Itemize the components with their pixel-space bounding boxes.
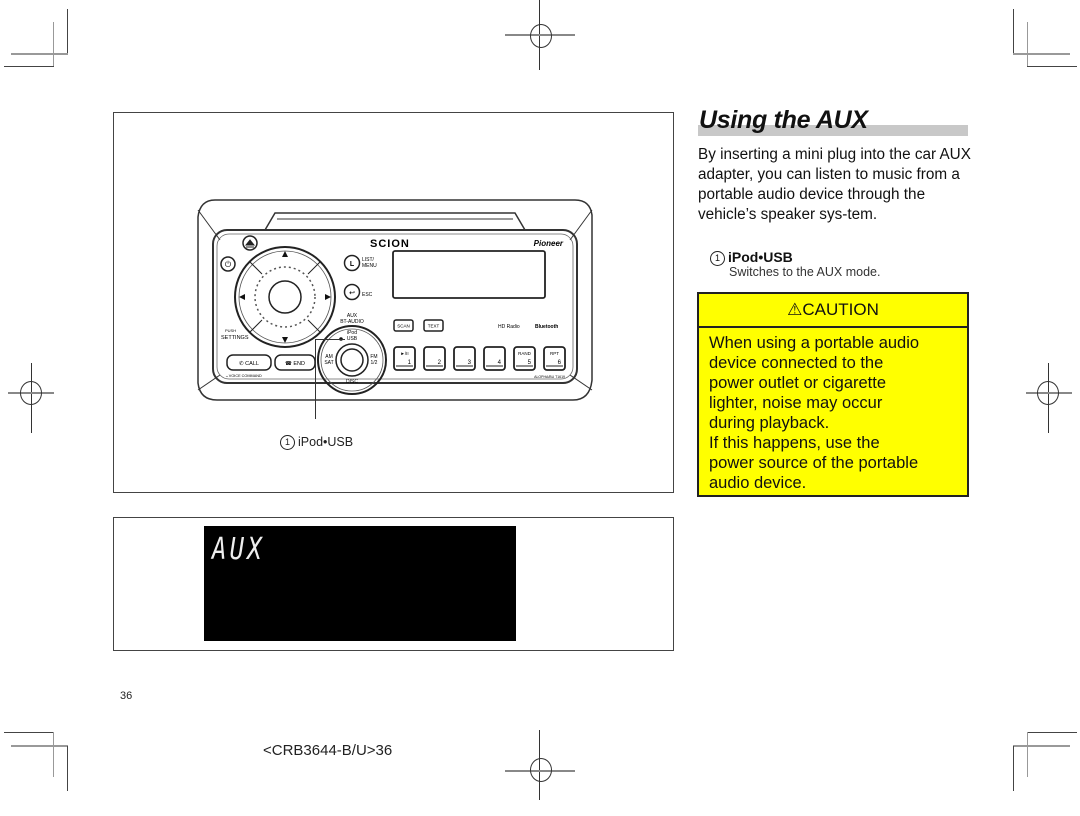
crop-mark: [1027, 22, 1028, 67]
item-description: Switches to the AUX mode.: [729, 265, 881, 279]
svg-text:SCAN: SCAN: [397, 324, 410, 329]
svg-text:L: L: [350, 261, 355, 268]
crop-mark: [1027, 732, 1028, 777]
crop-mark: [53, 732, 54, 777]
sat-label: SAT: [324, 360, 333, 366]
disc-label: DISC: [346, 379, 358, 385]
caution-title: CAUTION: [802, 300, 879, 319]
registration-mark-top: [505, 0, 575, 70]
caution-header: ⚠CAUTION: [699, 294, 967, 328]
preset-button-4: [483, 346, 506, 371]
caution-line: power source of the portable: [709, 454, 919, 472]
crop-mark: [4, 66, 54, 67]
crop-mark: [11, 53, 68, 55]
crop-mark: [1013, 9, 1014, 54]
crop-mark: [1013, 53, 1070, 55]
caution-box: ⚠CAUTION When using a portable audio dev…: [697, 292, 969, 497]
crop-mark: [1027, 66, 1077, 67]
preset-number-label: 5: [528, 360, 532, 366]
bt-audio-label: BT-AUDIO: [340, 319, 364, 325]
faceplate: [212, 229, 578, 384]
esc-label: ESC: [362, 292, 373, 298]
caution-line: lighter, noise may occur: [709, 394, 883, 412]
preset-function-label: RAND: [518, 351, 532, 356]
document-code: <CRB3644-B/U>36: [263, 742, 393, 759]
caution-line: When using a portable audio: [709, 334, 920, 352]
down-arrow-icon: [282, 337, 288, 343]
settings-label: SETTINGS: [221, 335, 249, 341]
registration-mark-right: [1010, 363, 1080, 433]
crop-mark: [4, 732, 54, 733]
preset-function-label: ►/II: [400, 351, 408, 356]
model-label: ALOPHA/BU T1619: [534, 375, 565, 379]
crop-mark: [11, 745, 68, 747]
caution-line: during playback.: [709, 414, 830, 432]
intro-paragraph: By inserting a mini plug into the car AU…: [698, 146, 971, 223]
menu-label: MENU: [362, 263, 377, 269]
caution-line: audio device.: [709, 474, 807, 492]
disc-slot: [264, 212, 526, 231]
lcd-text: AUX: [212, 532, 265, 567]
preset-number-label: 4: [498, 360, 502, 366]
push-label: PUSH: [225, 328, 236, 333]
crop-mark: [1013, 745, 1070, 747]
preset-number-label: 2: [438, 360, 442, 366]
pioneer-logo: Pioneer: [534, 239, 564, 248]
usb-label: USB: [347, 336, 358, 342]
page-title: Using the AUX: [699, 106, 868, 134]
right-arrow-icon: [325, 294, 331, 300]
left-arrow-icon: [239, 294, 245, 300]
crop-mark: [1027, 732, 1077, 733]
up-arrow-icon: [282, 251, 288, 257]
crop-mark: [67, 9, 68, 54]
control-knob: [268, 280, 302, 314]
preset-button-2: [423, 346, 446, 371]
back-icon: ↩: [349, 290, 355, 297]
svg-text:TEXT: TEXT: [428, 324, 440, 329]
crop-mark: [67, 746, 68, 791]
call-label: ✆ CALL: [239, 360, 259, 367]
callout-leader-line: [315, 339, 345, 340]
power-icon: ⏻: [225, 260, 232, 269]
warning-triangle-icon: ⚠: [787, 300, 803, 319]
voice-command-label: ↔VOICE COMMAND: [225, 374, 262, 378]
control-knob-knurl: [254, 266, 316, 328]
callout-leader-line: [315, 339, 316, 419]
preset-buttons: ►/II1 2 3 4 RAND 5 RPT 6: [393, 346, 566, 371]
preset-number-label: 1: [408, 360, 412, 366]
registration-mark-left: [0, 363, 70, 433]
end-label: ☎ END: [285, 360, 305, 367]
scion-logo: SCION: [370, 238, 410, 250]
item-title: 1 iPod•USB: [710, 249, 793, 266]
fm-band-label: 1/2: [371, 360, 378, 366]
hd-radio-logo: HD Radio: [498, 324, 520, 330]
registration-mark-bottom: [505, 730, 575, 816]
bluetooth-logo: Bluetooth: [535, 324, 558, 330]
caution-line: If this happens, use the: [709, 434, 880, 452]
caution-line: device connected to the: [709, 354, 884, 372]
lcd-display: AUX: [204, 526, 516, 641]
preset-number-label: 3: [468, 360, 472, 366]
preset-button-3: [453, 346, 476, 371]
display-window: [392, 250, 546, 299]
crop-mark: [1013, 746, 1014, 791]
callout-label: 1 iPod•USB: [280, 435, 353, 450]
eject-icon: [244, 239, 256, 248]
head-unit-illustration: ⏻ PUSH SETTINGS L LIST/ MENU ↩ ESC SCION…: [197, 199, 593, 401]
caution-body: When using a portable audio device conne…: [699, 328, 967, 493]
page-number: 36: [120, 690, 133, 702]
crop-mark: [53, 22, 54, 67]
caution-line: power outlet or cigarette: [709, 374, 887, 392]
preset-function-label: RPT: [550, 351, 559, 356]
preset-number-label: 6: [558, 360, 562, 366]
